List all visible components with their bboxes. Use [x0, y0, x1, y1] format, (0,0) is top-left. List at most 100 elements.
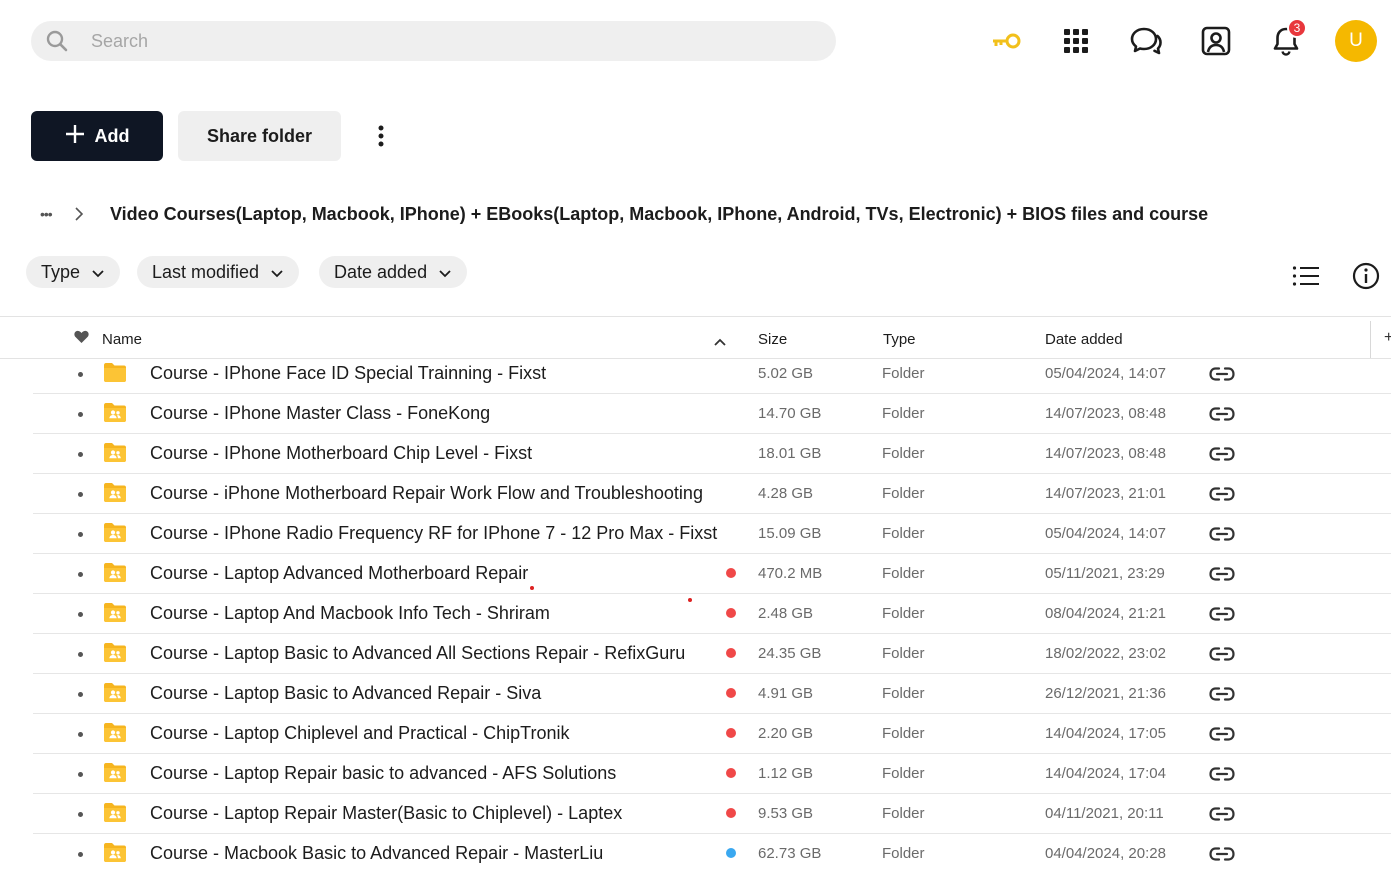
row-name[interactable]: Course - Laptop Basic to Advanced Repair…: [150, 683, 541, 704]
row-name[interactable]: Course - Laptop Repair Master(Basic to C…: [150, 803, 622, 824]
table-row[interactable]: Course - Laptop Chiplevel and Practical …: [33, 714, 1391, 754]
row-bullet: [78, 852, 83, 857]
avatar[interactable]: U: [1335, 20, 1377, 62]
row-name[interactable]: Course - Macbook Basic to Advanced Repai…: [150, 843, 603, 864]
filter-last-modified-label: Last modified: [152, 261, 260, 282]
filter-type-label: Type: [41, 261, 81, 282]
link-icon[interactable]: [1209, 762, 1235, 786]
breadcrumb-current-folder: Video Courses(Laptop, Macbook, IPhone) +…: [110, 203, 1209, 224]
row-bullet: [78, 492, 83, 497]
notifications-bell-icon[interactable]: 3: [1265, 18, 1307, 62]
row-name[interactable]: Course - IPhone Motherboard Chip Level -…: [150, 443, 532, 464]
table-row[interactable]: Course - Laptop And Macbook Info Tech - …: [33, 594, 1391, 634]
toolbar-divider: [0, 316, 1391, 317]
shared-folder-icon: [103, 522, 127, 544]
table-row[interactable]: Course - IPhone Motherboard Chip Level -…: [33, 434, 1391, 474]
apps-grid-icon[interactable]: [1055, 20, 1097, 62]
favorite-heart-icon[interactable]: [74, 330, 89, 348]
row-type: Folder: [882, 645, 925, 662]
filter-date-added[interactable]: Date added: [319, 256, 468, 288]
row-name[interactable]: Course - Laptop Basic to Advanced All Se…: [150, 643, 685, 664]
link-icon[interactable]: [1209, 642, 1235, 666]
column-header-date-added[interactable]: Date added: [1045, 331, 1123, 348]
search-input[interactable]: [91, 30, 691, 52]
breadcrumb-ellipsis[interactable]: •••: [40, 206, 64, 222]
link-icon[interactable]: [1209, 402, 1235, 426]
table-row[interactable]: Course - IPhone Face ID Special Trainnin…: [33, 354, 1391, 394]
share-folder-label: Share folder: [206, 125, 313, 146]
row-name[interactable]: Course - Laptop Advanced Motherboard Rep…: [150, 563, 528, 584]
link-icon[interactable]: [1209, 802, 1235, 826]
link-icon[interactable]: [1209, 562, 1235, 586]
row-date: 05/04/2024, 14:07: [1045, 525, 1166, 542]
shared-folder-icon: [103, 402, 127, 424]
row-type: Folder: [882, 485, 925, 502]
link-icon[interactable]: [1209, 602, 1235, 626]
share-folder-button[interactable]: Share folder: [178, 111, 341, 161]
row-name[interactable]: Course - iPhone Motherboard Repair Work …: [150, 483, 703, 504]
table-row[interactable]: Course - Laptop Repair basic to advanced…: [33, 754, 1391, 794]
table-row[interactable]: Course - Laptop Basic to Advanced All Se…: [33, 634, 1391, 674]
stray-dot: [530, 586, 534, 590]
link-icon[interactable]: [1209, 842, 1235, 866]
shared-folder-icon: [103, 762, 127, 784]
filter-type[interactable]: Type: [26, 256, 121, 288]
row-type: Folder: [882, 845, 925, 862]
key-icon[interactable]: [985, 20, 1027, 62]
column-resize-handle[interactable]: [1370, 321, 1371, 358]
list-view-icon[interactable]: [1291, 261, 1321, 291]
row-date: 14/07/2023, 08:48: [1045, 405, 1166, 422]
chevron-down-icon: [92, 262, 104, 283]
row-size: 4.91 GB: [758, 685, 814, 702]
row-date: 14/04/2024, 17:05: [1045, 725, 1166, 742]
table-row[interactable]: Course - IPhone Radio Frequency RF for I…: [33, 514, 1391, 554]
row-type: Folder: [882, 605, 925, 622]
row-bullet: [78, 612, 83, 617]
add-button-label: Add: [94, 125, 130, 146]
link-icon[interactable]: [1209, 442, 1235, 466]
row-bullet: [78, 732, 83, 737]
row-type: Folder: [882, 565, 925, 582]
add-column-icon[interactable]: +: [1384, 329, 1391, 347]
row-bullet: [78, 372, 83, 377]
filter-last-modified[interactable]: Last modified: [137, 256, 300, 288]
table-row[interactable]: Course - Macbook Basic to Advanced Repai…: [33, 834, 1391, 870]
table-row[interactable]: Course - iPhone Motherboard Repair Work …: [33, 474, 1391, 514]
table-row[interactable]: Course - Laptop Basic to Advanced Repair…: [33, 674, 1391, 714]
row-type: Folder: [882, 805, 925, 822]
column-header-size[interactable]: Size: [758, 331, 787, 348]
sort-ascending-icon[interactable]: [714, 333, 726, 350]
table-row[interactable]: Course - Laptop Repair Master(Basic to C…: [33, 794, 1391, 834]
link-icon[interactable]: [1209, 522, 1235, 546]
row-bullet: [78, 812, 83, 817]
column-header-type[interactable]: Type: [883, 331, 916, 348]
search-bar[interactable]: [31, 21, 836, 61]
row-name[interactable]: Course - IPhone Face ID Special Trainnin…: [150, 363, 546, 384]
row-bullet: [78, 652, 83, 657]
more-options-icon[interactable]: [368, 121, 394, 151]
row-size: 470.2 MB: [758, 565, 823, 582]
row-size: 2.48 GB: [758, 605, 814, 622]
add-button[interactable]: Add: [31, 111, 163, 161]
row-name[interactable]: Course - IPhone Radio Frequency RF for I…: [150, 523, 717, 544]
status-dot: [726, 728, 736, 738]
row-name[interactable]: Course - Laptop Chiplevel and Practical …: [150, 723, 570, 744]
shared-folder-icon: [103, 842, 127, 864]
status-dot: [726, 648, 736, 658]
shared-folder-icon: [103, 482, 127, 504]
link-icon[interactable]: [1209, 362, 1235, 386]
table-row[interactable]: Course - IPhone Master Class - FoneKong 1…: [33, 394, 1391, 434]
row-name[interactable]: Course - Laptop And Macbook Info Tech - …: [150, 603, 550, 624]
link-icon[interactable]: [1209, 722, 1235, 746]
table-row[interactable]: Course - Laptop Advanced Motherboard Rep…: [33, 554, 1391, 594]
chat-icon[interactable]: [1125, 20, 1167, 62]
link-icon[interactable]: [1209, 682, 1235, 706]
contacts-icon[interactable]: [1195, 20, 1237, 62]
info-icon[interactable]: [1351, 261, 1381, 291]
row-date: 05/11/2021, 23:29: [1045, 565, 1165, 582]
row-name[interactable]: Course - IPhone Master Class - FoneKong: [150, 403, 490, 424]
link-icon[interactable]: [1209, 482, 1235, 506]
column-header-name[interactable]: Name: [102, 331, 142, 348]
row-name[interactable]: Course - Laptop Repair basic to advanced…: [150, 763, 616, 784]
row-size: 62.73 GB: [758, 845, 822, 862]
